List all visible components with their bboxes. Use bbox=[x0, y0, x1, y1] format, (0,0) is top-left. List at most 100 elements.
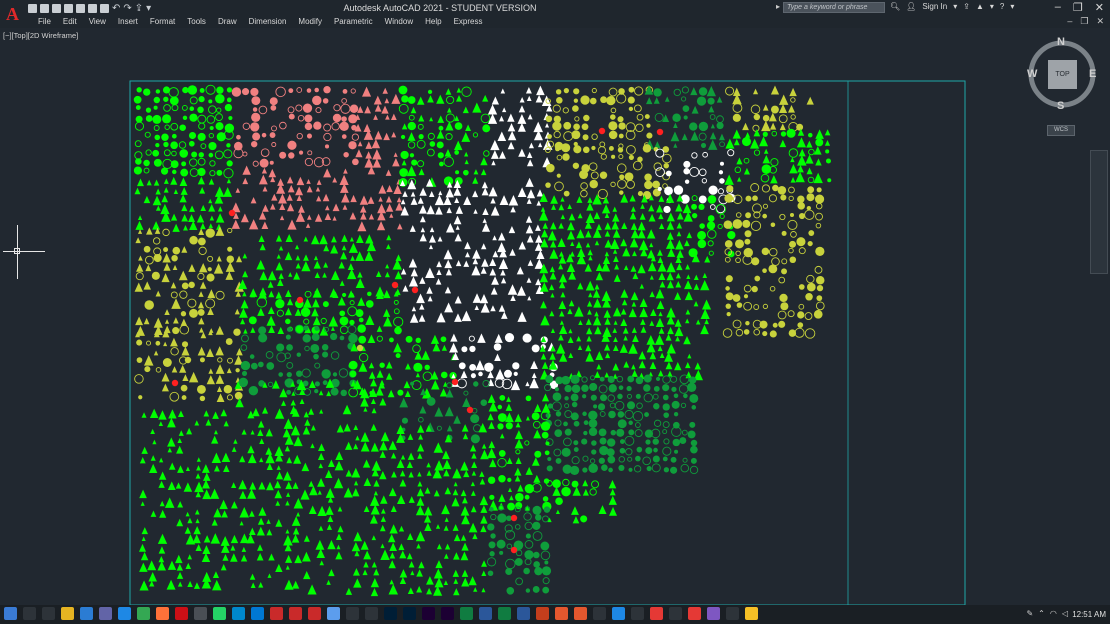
wifi-icon[interactable]: ◠ bbox=[1050, 609, 1057, 618]
viewcube-top-face[interactable]: TOP bbox=[1048, 60, 1077, 89]
plant-block bbox=[507, 284, 518, 295]
photoshop-2-icon[interactable] bbox=[403, 607, 416, 620]
file-explorer-icon[interactable] bbox=[61, 607, 74, 620]
tray-arrow-icon[interactable]: ⌃ bbox=[1038, 609, 1045, 618]
viewport-controls[interactable]: [−][Top][2D Wireframe] bbox=[3, 31, 78, 40]
plant-block bbox=[564, 428, 572, 436]
app-icon-m[interactable] bbox=[726, 607, 739, 620]
plant-block bbox=[497, 242, 507, 253]
plant-block bbox=[553, 130, 561, 139]
plant-block bbox=[417, 471, 422, 477]
audition-icon[interactable] bbox=[441, 607, 454, 620]
edge-icon[interactable] bbox=[118, 607, 131, 620]
plant-block bbox=[415, 531, 426, 542]
search-taskbar-icon[interactable] bbox=[23, 607, 36, 620]
plant-block bbox=[296, 352, 302, 357]
plant-block bbox=[662, 375, 671, 384]
drawing-canvas[interactable] bbox=[0, 0, 1110, 605]
app-icon-c[interactable] bbox=[365, 607, 378, 620]
plant-block bbox=[698, 195, 707, 204]
plant-block bbox=[240, 344, 248, 351]
word-icon[interactable] bbox=[479, 607, 492, 620]
plant-block bbox=[446, 95, 455, 105]
excel-2-icon[interactable] bbox=[498, 607, 511, 620]
plant-block bbox=[638, 360, 646, 369]
plant-block bbox=[315, 186, 321, 192]
whatsapp-icon[interactable] bbox=[213, 607, 226, 620]
plant-block bbox=[342, 404, 352, 415]
plant-block bbox=[579, 170, 589, 180]
plant-block bbox=[498, 232, 506, 241]
app-icon-h[interactable] bbox=[631, 607, 644, 620]
plant-block bbox=[167, 481, 176, 491]
plant-block bbox=[540, 300, 547, 309]
volume-icon[interactable]: ◁ bbox=[1062, 609, 1068, 618]
plant-block bbox=[524, 558, 532, 566]
plant-block bbox=[797, 195, 805, 203]
plant-block bbox=[371, 138, 381, 149]
autocad-3-icon[interactable] bbox=[308, 607, 321, 620]
plant-block bbox=[135, 220, 144, 230]
plant-block bbox=[626, 385, 632, 392]
plant-block bbox=[230, 534, 239, 544]
plant-block bbox=[816, 187, 822, 193]
app-icon-i[interactable] bbox=[650, 607, 663, 620]
app-icon-b[interactable] bbox=[346, 607, 359, 620]
app-icon-g[interactable] bbox=[612, 607, 625, 620]
plant-block bbox=[657, 186, 662, 192]
photoshop-icon[interactable] bbox=[384, 607, 397, 620]
plant-block bbox=[472, 293, 482, 303]
app-icon-l[interactable] bbox=[707, 607, 720, 620]
plant-block bbox=[607, 438, 616, 447]
task-view-icon[interactable] bbox=[42, 607, 55, 620]
plant-block bbox=[330, 244, 339, 254]
plant-block bbox=[170, 213, 178, 221]
pen-icon[interactable]: ✎ bbox=[1026, 609, 1033, 618]
compass-south[interactable]: S bbox=[1057, 100, 1064, 112]
app-icon-d[interactable] bbox=[555, 607, 568, 620]
app-icon-e[interactable] bbox=[574, 607, 587, 620]
navigation-bar[interactable] bbox=[1090, 150, 1108, 274]
compass-west[interactable]: W bbox=[1027, 68, 1037, 80]
plant-block bbox=[607, 394, 615, 402]
firefox-icon[interactable] bbox=[156, 607, 169, 620]
powerpoint-icon[interactable] bbox=[536, 607, 549, 620]
teams-icon[interactable] bbox=[99, 607, 112, 620]
plant-block bbox=[349, 236, 354, 242]
app-icon-f[interactable] bbox=[593, 607, 606, 620]
plant-block bbox=[471, 470, 477, 476]
plant-block bbox=[618, 456, 625, 463]
wcs-menu-button[interactable]: WCS bbox=[1047, 125, 1075, 136]
app-icon-a[interactable] bbox=[194, 607, 207, 620]
premiere-icon[interactable] bbox=[422, 607, 435, 620]
windows-start-icon[interactable] bbox=[4, 607, 17, 620]
clock[interactable]: 12:51 AM bbox=[1072, 610, 1106, 619]
mail-icon[interactable] bbox=[251, 607, 264, 620]
plant-block bbox=[604, 230, 611, 237]
plant-block bbox=[572, 162, 580, 169]
telegram-icon[interactable] bbox=[232, 607, 245, 620]
chrome-icon[interactable] bbox=[137, 607, 150, 620]
compass-east[interactable]: E bbox=[1089, 68, 1096, 80]
plant-block bbox=[341, 98, 347, 104]
autocad-2-icon[interactable] bbox=[289, 607, 302, 620]
plant-block bbox=[523, 512, 532, 521]
plant-block bbox=[410, 268, 418, 277]
app-icon-k[interactable] bbox=[688, 607, 701, 620]
word-2-icon[interactable] bbox=[517, 607, 530, 620]
compass-north[interactable]: N bbox=[1057, 36, 1065, 48]
plant-block bbox=[482, 379, 490, 388]
app-icon-n[interactable] bbox=[745, 607, 758, 620]
viewcube[interactable]: N S W E TOP bbox=[1025, 36, 1099, 112]
excel-icon[interactable] bbox=[460, 607, 473, 620]
app-icon-j[interactable] bbox=[669, 607, 682, 620]
plant-block bbox=[480, 302, 490, 313]
plant-block bbox=[275, 234, 283, 242]
plant-block bbox=[658, 272, 666, 281]
plant-block bbox=[223, 385, 233, 394]
plant-block bbox=[534, 450, 542, 458]
autocad-taskbar-icon[interactable] bbox=[270, 607, 283, 620]
revit-icon[interactable] bbox=[327, 607, 340, 620]
onedrive-icon[interactable] bbox=[80, 607, 93, 620]
opera-icon[interactable] bbox=[175, 607, 188, 620]
